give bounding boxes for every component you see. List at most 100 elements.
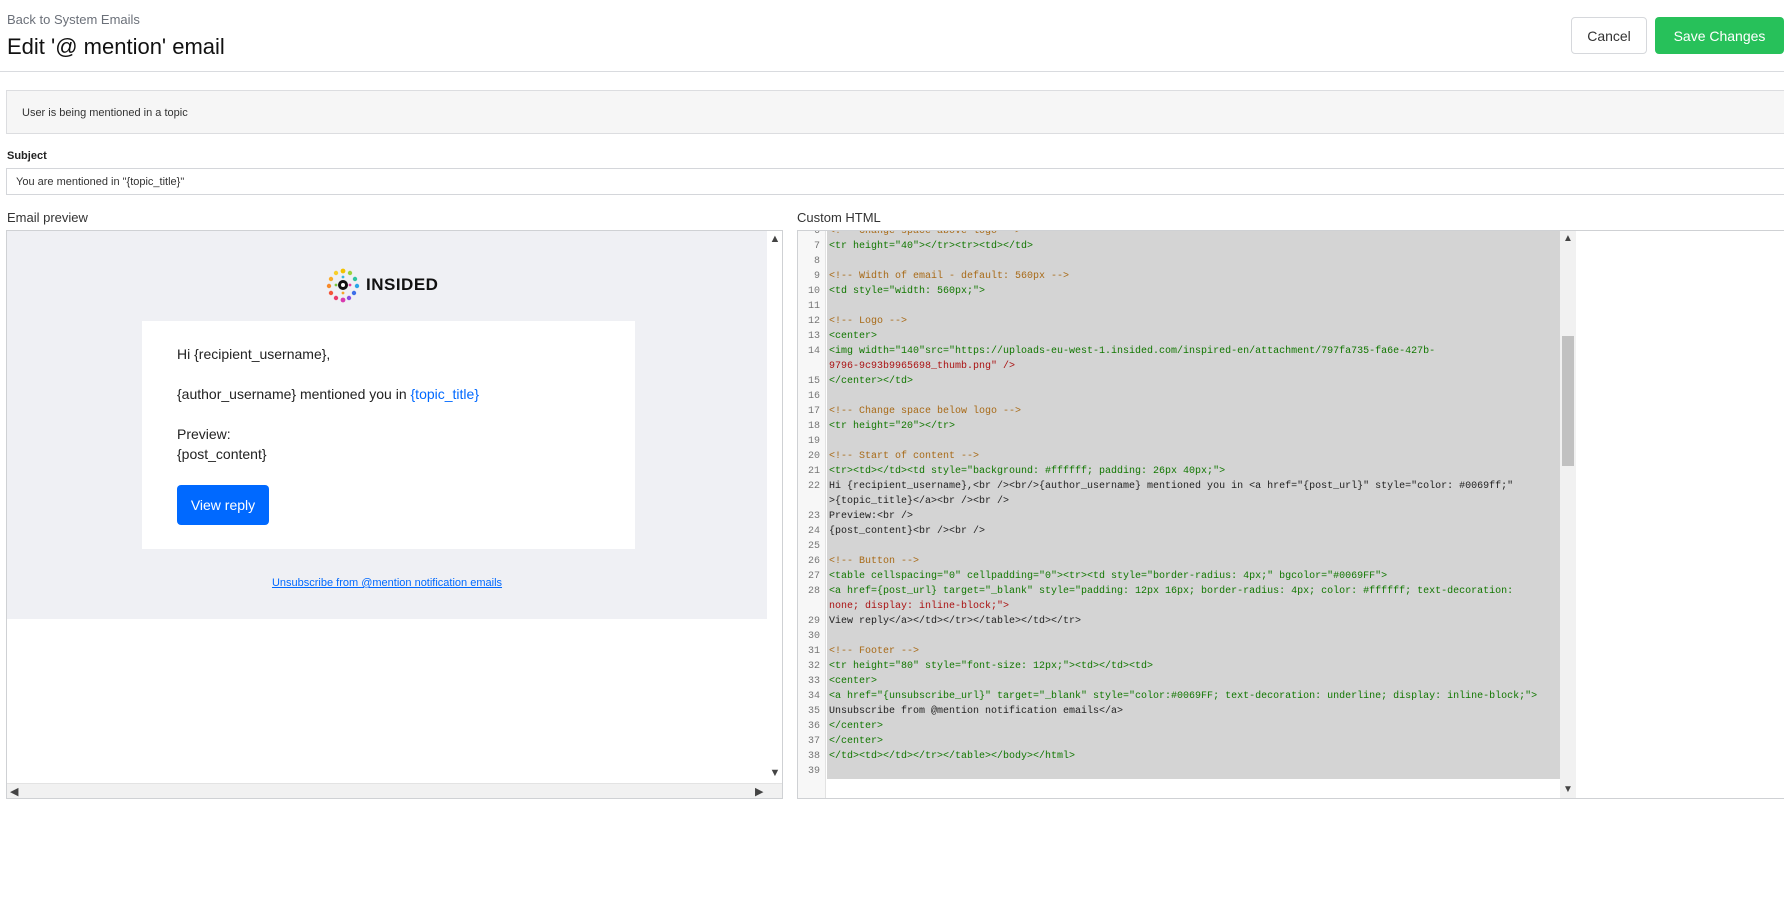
line-number: 21 bbox=[807, 466, 820, 477]
code-selection-area[interactable]: 6 <!-- Change space above logo --> 7 <tr he… bbox=[808, 231, 1561, 779]
code-text: Preview:<br /> bbox=[829, 511, 914, 522]
code-text: <tr><td></td><td style="background: #fff… bbox=[829, 466, 1226, 477]
line-number: 17 bbox=[807, 406, 820, 417]
code-text: </td><td></td></tr></table></body></html… bbox=[829, 751, 1076, 762]
preview-horizontal-scrollbar[interactable]: ◀ ▶ bbox=[7, 783, 782, 798]
code-text: </center> bbox=[829, 736, 884, 747]
code-line: >{topic_title}</a><br /><br /> bbox=[827, 494, 1784, 509]
line-number: 15 bbox=[807, 376, 820, 387]
email-preview-label: Email preview bbox=[7, 210, 88, 225]
back-to-system-emails-link[interactable]: Back to System Emails bbox=[7, 12, 140, 27]
code-line: 19 bbox=[808, 434, 1784, 449]
code-line: 25 bbox=[808, 539, 1784, 554]
scroll-up-icon[interactable]: ▲ bbox=[1560, 233, 1576, 244]
line-number: 39 bbox=[807, 766, 820, 777]
code-text: View reply</a></td></tr></table></td></t… bbox=[829, 616, 1082, 627]
code-text: Hi {recipient_username},<br /><br/>{auth… bbox=[829, 481, 1514, 492]
line-number: 18 bbox=[807, 421, 820, 432]
topic-title-link[interactable]: {topic_title} bbox=[411, 386, 480, 402]
subject-input[interactable] bbox=[6, 168, 1784, 195]
code-text: <!-- Change space above logo --> bbox=[829, 230, 1022, 237]
save-changes-button[interactable]: Save Changes bbox=[1655, 17, 1784, 54]
code-text: <center> bbox=[829, 676, 878, 687]
code-text: <!-- Button --> bbox=[829, 556, 920, 567]
custom-html-label: Custom HTML bbox=[797, 210, 881, 225]
line-number: 20 bbox=[807, 451, 820, 462]
custom-html-editor[interactable]: 6 <!-- Change space above logo --> 7 <tr he… bbox=[797, 230, 1784, 799]
code-line: 6 <!-- Change space above logo --> bbox=[814, 230, 1784, 239]
code-line: 15 </center></td> bbox=[808, 374, 1784, 389]
scroll-down-icon[interactable]: ▼ bbox=[767, 767, 782, 779]
line-number: 8 bbox=[813, 256, 820, 267]
line-number: 9 bbox=[813, 271, 820, 282]
code-text: 9796-9c93b9965698_thumb.png" /> bbox=[829, 361, 1016, 372]
subject-label: Subject bbox=[7, 150, 47, 162]
code-text: <tr height="20"></tr> bbox=[829, 421, 956, 432]
code-line: 16 bbox=[808, 389, 1784, 404]
line-number: 38 bbox=[807, 751, 820, 762]
line-number: 35 bbox=[807, 706, 820, 717]
code-line: 13 <center> bbox=[808, 329, 1784, 344]
code-line: 9 <!-- Width of email - default: 560px --… bbox=[814, 269, 1784, 284]
page-title: Edit '@ mention' email bbox=[7, 34, 225, 59]
code-line: 28 <a href={post_url} target="_blank" sty… bbox=[808, 584, 1784, 599]
line-number: 37 bbox=[807, 736, 820, 747]
scroll-right-icon[interactable]: ▶ bbox=[755, 785, 763, 798]
code-line: 7 <tr height="40"></tr><tr><td></td> bbox=[814, 239, 1784, 254]
line-number: 27 bbox=[807, 571, 820, 582]
code-text: </center></td> bbox=[829, 376, 914, 387]
cancel-button[interactable]: Cancel bbox=[1571, 17, 1647, 54]
line-number: 22 bbox=[807, 481, 820, 492]
code-line: 14 <img width="140"src="https://uploads-e… bbox=[808, 344, 1784, 359]
line-number: 7 bbox=[813, 241, 820, 252]
code-text: <!-- Change space below logo --> bbox=[829, 406, 1022, 417]
code-line: 23 Preview:<br /> bbox=[808, 509, 1784, 524]
code-text: Unsubscribe from @mention notification e… bbox=[829, 706, 1124, 717]
insided-logo: INSIDED bbox=[326, 267, 438, 303]
code-line: 32 <tr height="80" style="font-size: 12px… bbox=[808, 659, 1784, 674]
code-lines: 6 <!-- Change space above logo --> 7 <tr he… bbox=[808, 230, 1784, 779]
code-text: <img width="140"src="https://uploads-eu-… bbox=[829, 346, 1436, 357]
code-text: <!-- Logo --> bbox=[829, 316, 908, 327]
email-content-card: Hi {recipient_username}, {author_usernam… bbox=[142, 321, 635, 549]
code-line: 30 bbox=[808, 629, 1784, 644]
code-line: 33 <center> bbox=[808, 674, 1784, 689]
code-line: 29 View reply</a></td></tr></table></td><… bbox=[808, 614, 1784, 629]
code-line: 24 {post_content}<br /><br /> bbox=[808, 524, 1784, 539]
code-line: 26 <!-- Button --> bbox=[808, 554, 1784, 569]
code-line: 18 <tr height="20"></tr> bbox=[808, 419, 1784, 434]
greeting-text: Hi {recipient_username}, bbox=[177, 346, 331, 362]
scrollbar-thumb[interactable] bbox=[1562, 336, 1574, 466]
line-number: 29 bbox=[807, 616, 820, 627]
scroll-up-icon[interactable]: ▲ bbox=[767, 233, 782, 245]
code-line: 17 <!-- Change space below logo --> bbox=[808, 404, 1784, 419]
code-line: 31 <!-- Footer --> bbox=[808, 644, 1784, 659]
line-number: 11 bbox=[807, 301, 820, 312]
line-number: 19 bbox=[807, 436, 820, 447]
code-text: <a href="{unsubscribe_url}" target="_bla… bbox=[829, 691, 1538, 702]
scroll-down-icon[interactable]: ▼ bbox=[1560, 784, 1576, 795]
code-text: <!-- Width of email - default: 560px --> bbox=[829, 271, 1070, 282]
post-content-text: {post_content} bbox=[177, 446, 267, 462]
line-number: 12 bbox=[807, 316, 820, 327]
code-line: 20 <!-- Start of content --> bbox=[808, 449, 1784, 464]
view-reply-button[interactable]: View reply bbox=[177, 485, 269, 525]
line-number: 14 bbox=[807, 346, 820, 357]
code-line: 36 </center> bbox=[808, 719, 1784, 734]
line-number: 13 bbox=[807, 331, 820, 342]
line-number: 30 bbox=[807, 631, 820, 642]
code-text: </center> bbox=[829, 721, 884, 732]
line-number: 32 bbox=[807, 661, 820, 672]
unsubscribe-link[interactable]: Unsubscribe from @mention notification e… bbox=[7, 577, 767, 589]
code-vertical-scrollbar[interactable]: ▲ ▼ bbox=[1560, 231, 1576, 798]
insided-logo-text: INSIDED bbox=[366, 275, 439, 294]
line-number: 23 bbox=[807, 511, 820, 522]
code-text: <td style="width: 560px;"> bbox=[829, 286, 986, 297]
line-number: 25 bbox=[807, 541, 820, 552]
code-text: <tr height="40"></tr><tr><td></td> bbox=[829, 241, 1034, 252]
code-line: 11 bbox=[808, 299, 1784, 314]
code-line: 8 bbox=[814, 254, 1784, 269]
preview-vertical-scrollbar[interactable]: ▲ ▼ bbox=[767, 231, 782, 783]
scroll-left-icon[interactable]: ◀ bbox=[10, 785, 18, 798]
code-line: 38 </td><td></td></tr></table></body></ht… bbox=[808, 749, 1784, 764]
